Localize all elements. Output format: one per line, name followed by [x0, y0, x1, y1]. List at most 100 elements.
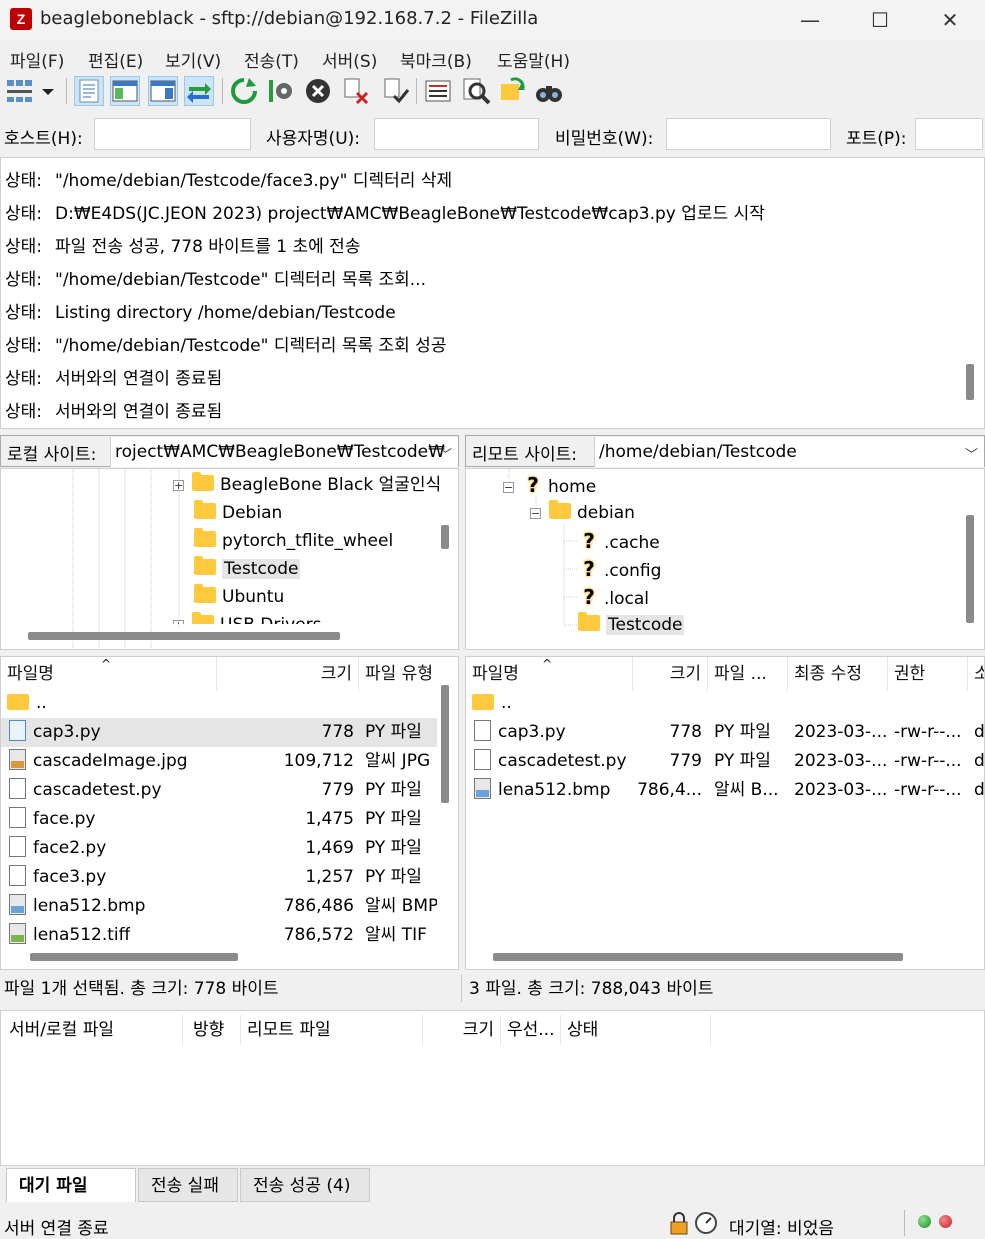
remote-list-hscroll-thumb[interactable]	[493, 953, 903, 961]
local-tree-item[interactable]: Ubuntu	[194, 584, 284, 610]
site-manager-icon[interactable]	[4, 76, 34, 106]
table-row[interactable]: face2.py 1,469 PY 파일	[1, 834, 437, 863]
collapse-icon[interactable]: −	[503, 482, 514, 493]
dropdown-arrow-icon[interactable]	[36, 76, 60, 106]
queue-header-status[interactable]: 상태	[561, 1015, 711, 1045]
remote-file-list[interactable]: 파일명^ 크기 파일 ... 최종 수정 권한 소 .. cap3.py 778…	[465, 656, 985, 970]
local-file-list[interactable]: 파일명 ^ 크기 파일 유형 .. cap3.py 778 PY 파일 casca…	[0, 656, 459, 970]
remote-directory-tree[interactable]: −? home − debian ? .cache ? .config ? .local …	[465, 468, 985, 650]
menu-transfer[interactable]: 전송(T)	[244, 47, 299, 72]
sync-browse-icon[interactable]	[497, 76, 527, 106]
remote-tree-item[interactable]: −? home	[503, 472, 596, 498]
compare-icon[interactable]	[461, 76, 491, 106]
column-header-type[interactable]: 파일 ...	[708, 657, 788, 691]
column-header-owner[interactable]: 소	[968, 657, 984, 691]
toggle-remote-tree-icon[interactable]	[148, 76, 178, 106]
column-header-filename[interactable]: 파일명 ^	[466, 657, 633, 691]
local-path-input[interactable]: roject₩AMC₩BeagleBone₩Testcode₩ ﹀	[110, 437, 458, 467]
disconnect-icon[interactable]	[340, 76, 370, 106]
queue-header-priority[interactable]: 우선...	[501, 1015, 561, 1045]
table-row[interactable]: face.py 1,475 PY 파일	[1, 805, 437, 834]
process-queue-icon[interactable]	[266, 76, 296, 106]
menu-view[interactable]: 보기(V)	[165, 47, 221, 72]
menu-server[interactable]: 서버(S)	[322, 47, 377, 72]
transfer-queue[interactable]: 서버/로컬 파일 방향 리모트 파일 크기 우선... 상태	[0, 1010, 985, 1166]
minimize-button[interactable]: —	[775, 0, 845, 40]
table-row[interactable]: face3.py 1,257 PY 파일	[1, 863, 437, 892]
column-header-modified[interactable]: 최종 수정	[788, 657, 888, 691]
local-tree-hscroll-thumb[interactable]	[28, 632, 340, 640]
table-row[interactable]: cascadetest.py 779 PY 파일	[1, 776, 437, 805]
reconnect-icon[interactable]	[380, 76, 410, 106]
remote-tree-vscroll-thumb[interactable]	[966, 515, 974, 623]
queue-header-direction[interactable]: 방향	[183, 1015, 241, 1045]
tree-guide-lines	[72, 469, 180, 649]
expand-icon[interactable]: +	[173, 620, 184, 624]
port-input[interactable]	[915, 118, 983, 150]
remote-tree-item[interactable]: ? .cache	[578, 528, 660, 554]
queue-header-size[interactable]: 크기	[423, 1015, 501, 1045]
table-row[interactable]: lena512.bmp 786,486 알씨 BMP	[1, 892, 437, 921]
tab-queued-files[interactable]: 대기 파일	[6, 1168, 136, 1202]
log-scrollbar-thumb[interactable]	[966, 364, 974, 400]
chevron-down-icon[interactable]: ﹀	[965, 444, 978, 463]
directory-listing-filters-icon[interactable]	[423, 76, 453, 106]
queue-header-remote-file[interactable]: 리모트 파일	[241, 1015, 423, 1045]
username-input[interactable]	[374, 118, 539, 150]
menu-help[interactable]: 도움말(H)	[497, 47, 570, 72]
password-input[interactable]	[666, 118, 831, 150]
remote-tree-item[interactable]: ? .config	[578, 556, 661, 582]
toggle-message-log-icon[interactable]	[74, 76, 104, 106]
remote-path-text: /home/debian/Testcode	[599, 442, 797, 462]
cancel-icon[interactable]	[303, 76, 333, 106]
table-row[interactable]: cascadeImage.jpg 109,712 알씨 JPG	[1, 747, 437, 776]
menu-edit[interactable]: 편집(E)	[88, 47, 143, 72]
search-icon[interactable]	[534, 76, 564, 106]
menu-file[interactable]: 파일(F)	[10, 47, 64, 72]
column-header-permissions[interactable]: 권한	[888, 657, 968, 691]
column-header-size[interactable]: 크기	[633, 657, 708, 691]
local-site-label: 로컬 사이트:	[7, 445, 97, 465]
expand-icon[interactable]: +	[173, 480, 184, 491]
local-list-hscroll-thumb[interactable]	[30, 953, 238, 961]
toggle-transfer-queue-icon[interactable]	[184, 76, 214, 106]
table-row[interactable]: lena512.tiff 786,572 알씨 TIF	[1, 921, 437, 950]
file-icon	[9, 778, 26, 799]
message-log[interactable]: 상태: "/home/debian/Testcode/face3.py" 디렉터리…	[0, 157, 985, 429]
maximize-button[interactable]: ☐	[845, 0, 915, 40]
host-input[interactable]	[94, 118, 251, 150]
refresh-icon[interactable]	[229, 76, 259, 106]
table-row[interactable]: lena512.bmp 786,4... 알씨 B... 2023-03-...…	[466, 776, 984, 805]
local-tree-item-selected[interactable]: Testcode	[194, 556, 301, 582]
local-directory-tree[interactable]: + BeagleBone Black 얼굴인식 Debian pytorch_tf…	[0, 468, 459, 650]
column-header-filename[interactable]: 파일명 ^	[1, 657, 217, 691]
local-tree-item[interactable]: pytorch_tflite_wheel	[194, 528, 393, 554]
queue-header-local-file[interactable]: 서버/로컬 파일	[3, 1015, 183, 1045]
table-row[interactable]: ..	[1, 689, 437, 718]
table-row[interactable]: cap3.py 778 PY 파일 2023-03-... -rw-r--...…	[466, 718, 984, 747]
tab-failed-transfers[interactable]: 전송 실패	[138, 1168, 238, 1202]
remote-tree-item[interactable]: − debian	[530, 500, 635, 526]
table-row[interactable]: ..	[466, 689, 984, 718]
local-tree-item[interactable]: Debian	[194, 500, 282, 526]
folder-icon	[472, 694, 494, 710]
local-tree-item[interactable]: +USB Drivers	[173, 612, 321, 624]
table-row[interactable]: cap3.py 778 PY 파일	[1, 718, 437, 747]
folder-icon	[194, 500, 216, 519]
column-header-size[interactable]: 크기	[217, 657, 359, 691]
remote-path-input[interactable]: /home/debian/Testcode ﹀	[594, 437, 984, 467]
toggle-local-tree-icon[interactable]	[110, 76, 140, 106]
menu-bookmarks[interactable]: 북마크(B)	[400, 47, 472, 72]
chevron-down-icon[interactable]: ﹀	[439, 444, 452, 463]
remote-tree-item[interactable]: ? .local	[578, 584, 649, 610]
local-tree-vscroll-thumb[interactable]	[441, 525, 449, 549]
remote-tree-item-selected[interactable]: Testcode	[578, 612, 685, 638]
table-row[interactable]: cascadetest.py 779 PY 파일 2023-03-... -rw…	[466, 747, 984, 776]
local-list-vscroll-thumb[interactable]	[441, 685, 449, 803]
image-file-icon	[9, 749, 26, 770]
speed-limit-icon[interactable]	[694, 1211, 718, 1239]
close-button[interactable]: ✕	[915, 0, 985, 40]
local-tree-item[interactable]: + BeagleBone Black 얼굴인식	[173, 472, 441, 498]
collapse-icon[interactable]: −	[530, 508, 541, 519]
tab-successful-transfers[interactable]: 전송 성공 (4)	[240, 1168, 370, 1202]
